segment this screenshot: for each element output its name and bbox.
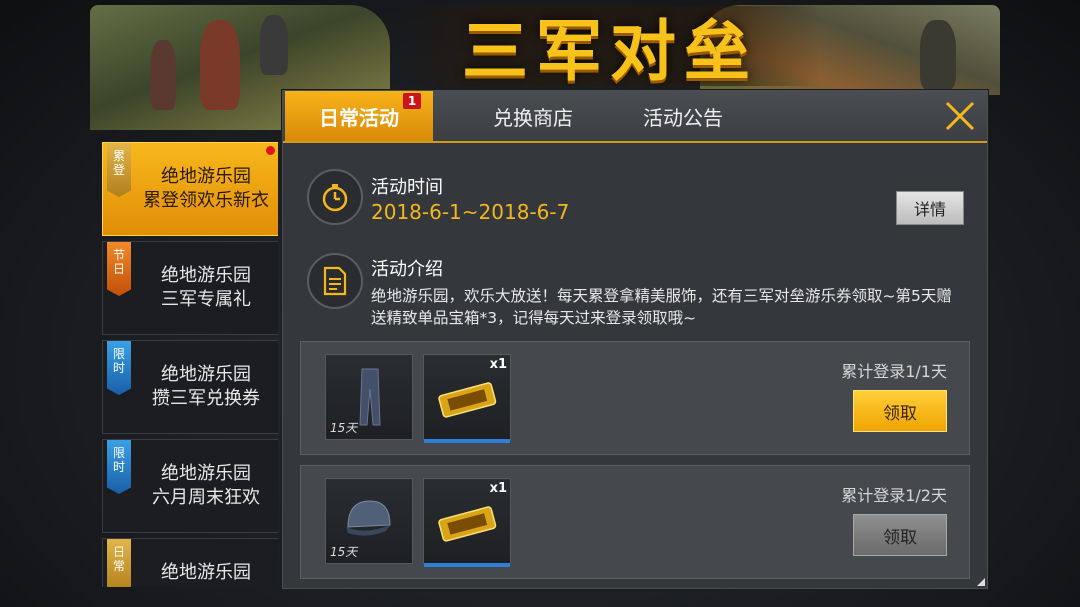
sidebar-item-title: 绝地游乐园 [161,265,251,286]
item-rarity-bar [424,563,510,567]
item-quantity: x1 [489,481,507,496]
reward-item-pants[interactable]: 15天 [325,354,413,440]
reward-item-ticket[interactable]: x1 [423,354,511,443]
character-figure [920,20,956,90]
event-time-label: 活动时间 [371,177,443,198]
item-duration: 15天 [330,421,358,435]
sidebar-item-subtitle: 累登领欢乐新衣 [143,190,269,211]
sidebar-item-cumulative-login[interactable]: 累登 绝地游乐园 累登领欢乐新衣 [102,142,278,236]
login-progress: 累计登录1/1天 [841,362,947,381]
sidebar-item-weekend[interactable]: 限时 绝地游乐园 六月周末狂欢 [102,439,278,533]
reward-row: 15天 x1 累计登录1/1天 领取 [300,341,970,455]
stopwatch-icon [307,169,363,225]
sidebar-item-subtitle: 六月周末狂欢 [152,487,260,508]
tab-daily-events[interactable]: 日常活动 1 [285,91,433,141]
sidebar-item-title: 绝地游乐园 [161,562,251,583]
details-button[interactable]: 详情 [896,191,964,225]
tab-exchange-shop[interactable]: 兑换商店 [453,91,613,141]
reward-item-ticket[interactable]: x1 [423,478,511,567]
sidebar-item-subtitle: 攒三军兑换券 [152,388,260,409]
event-list-sidebar[interactable]: 累登 绝地游乐园 累登领欢乐新衣 节日 绝地游乐园 三军专属礼 限时 绝地游乐园… [102,142,278,587]
item-quantity: x1 [489,357,507,372]
document-icon [307,253,363,309]
reward-item-cap[interactable]: 15天 [325,478,413,564]
tab-announcements[interactable]: 活动公告 [603,91,763,141]
reward-row: 15天 x1 累计登录1/2天 领取 [300,465,970,579]
character-figure [150,40,176,110]
tag-ribbon: 累登 [107,143,131,197]
tag-ribbon: 节日 [107,242,131,296]
character-figure [260,15,288,75]
sidebar-item-subtitle: 三军专属礼 [161,289,251,310]
event-intro-text: 绝地游乐园，欢乐大放送！每天累登拿精美服饰，还有三军对垒游乐券领取~第5天赠送精… [371,287,952,327]
claim-button[interactable]: 领取 [853,390,947,432]
sidebar-item-title: 绝地游乐园 [161,463,251,484]
tab-bar: 日常活动 1 兑换商店 活动公告 [283,91,987,143]
claim-button-disabled[interactable]: 领取 [853,514,947,556]
tab-badge: 1 [403,93,421,109]
sidebar-item-daily[interactable]: 日常 绝地游乐园 [102,538,278,587]
tag-ribbon: 限时 [107,341,131,395]
tag-ribbon: 限时 [107,440,131,494]
event-content: 活动时间 2018-6-1~2018-6-7 详情 活动介绍 绝地游乐园，欢乐大… [283,143,987,588]
sidebar-item-title: 绝地游乐园 [161,364,251,385]
close-icon[interactable] [943,99,977,133]
sidebar-item-festival[interactable]: 节日 绝地游乐园 三军专属礼 [102,241,278,335]
event-time-range: 2018-6-1~2018-6-7 [371,200,570,224]
login-progress: 累计登录1/2天 [841,486,947,505]
event-panel: 日常活动 1 兑换商店 活动公告 活动时间 2018-6-1~2018-6-7 … [282,90,988,589]
sidebar-item-voucher[interactable]: 限时 绝地游乐园 攒三军兑换券 [102,340,278,434]
event-intro-label: 活动介绍 [371,259,443,280]
item-rarity-bar [424,439,510,443]
resize-corner-icon [977,578,985,586]
sidebar-item-title: 绝地游乐园 [161,166,251,187]
event-title-logo: 三军对垒 [400,6,820,90]
character-figure [200,20,240,110]
item-duration: 15天 [330,545,358,559]
tag-ribbon: 日常 [107,539,131,587]
